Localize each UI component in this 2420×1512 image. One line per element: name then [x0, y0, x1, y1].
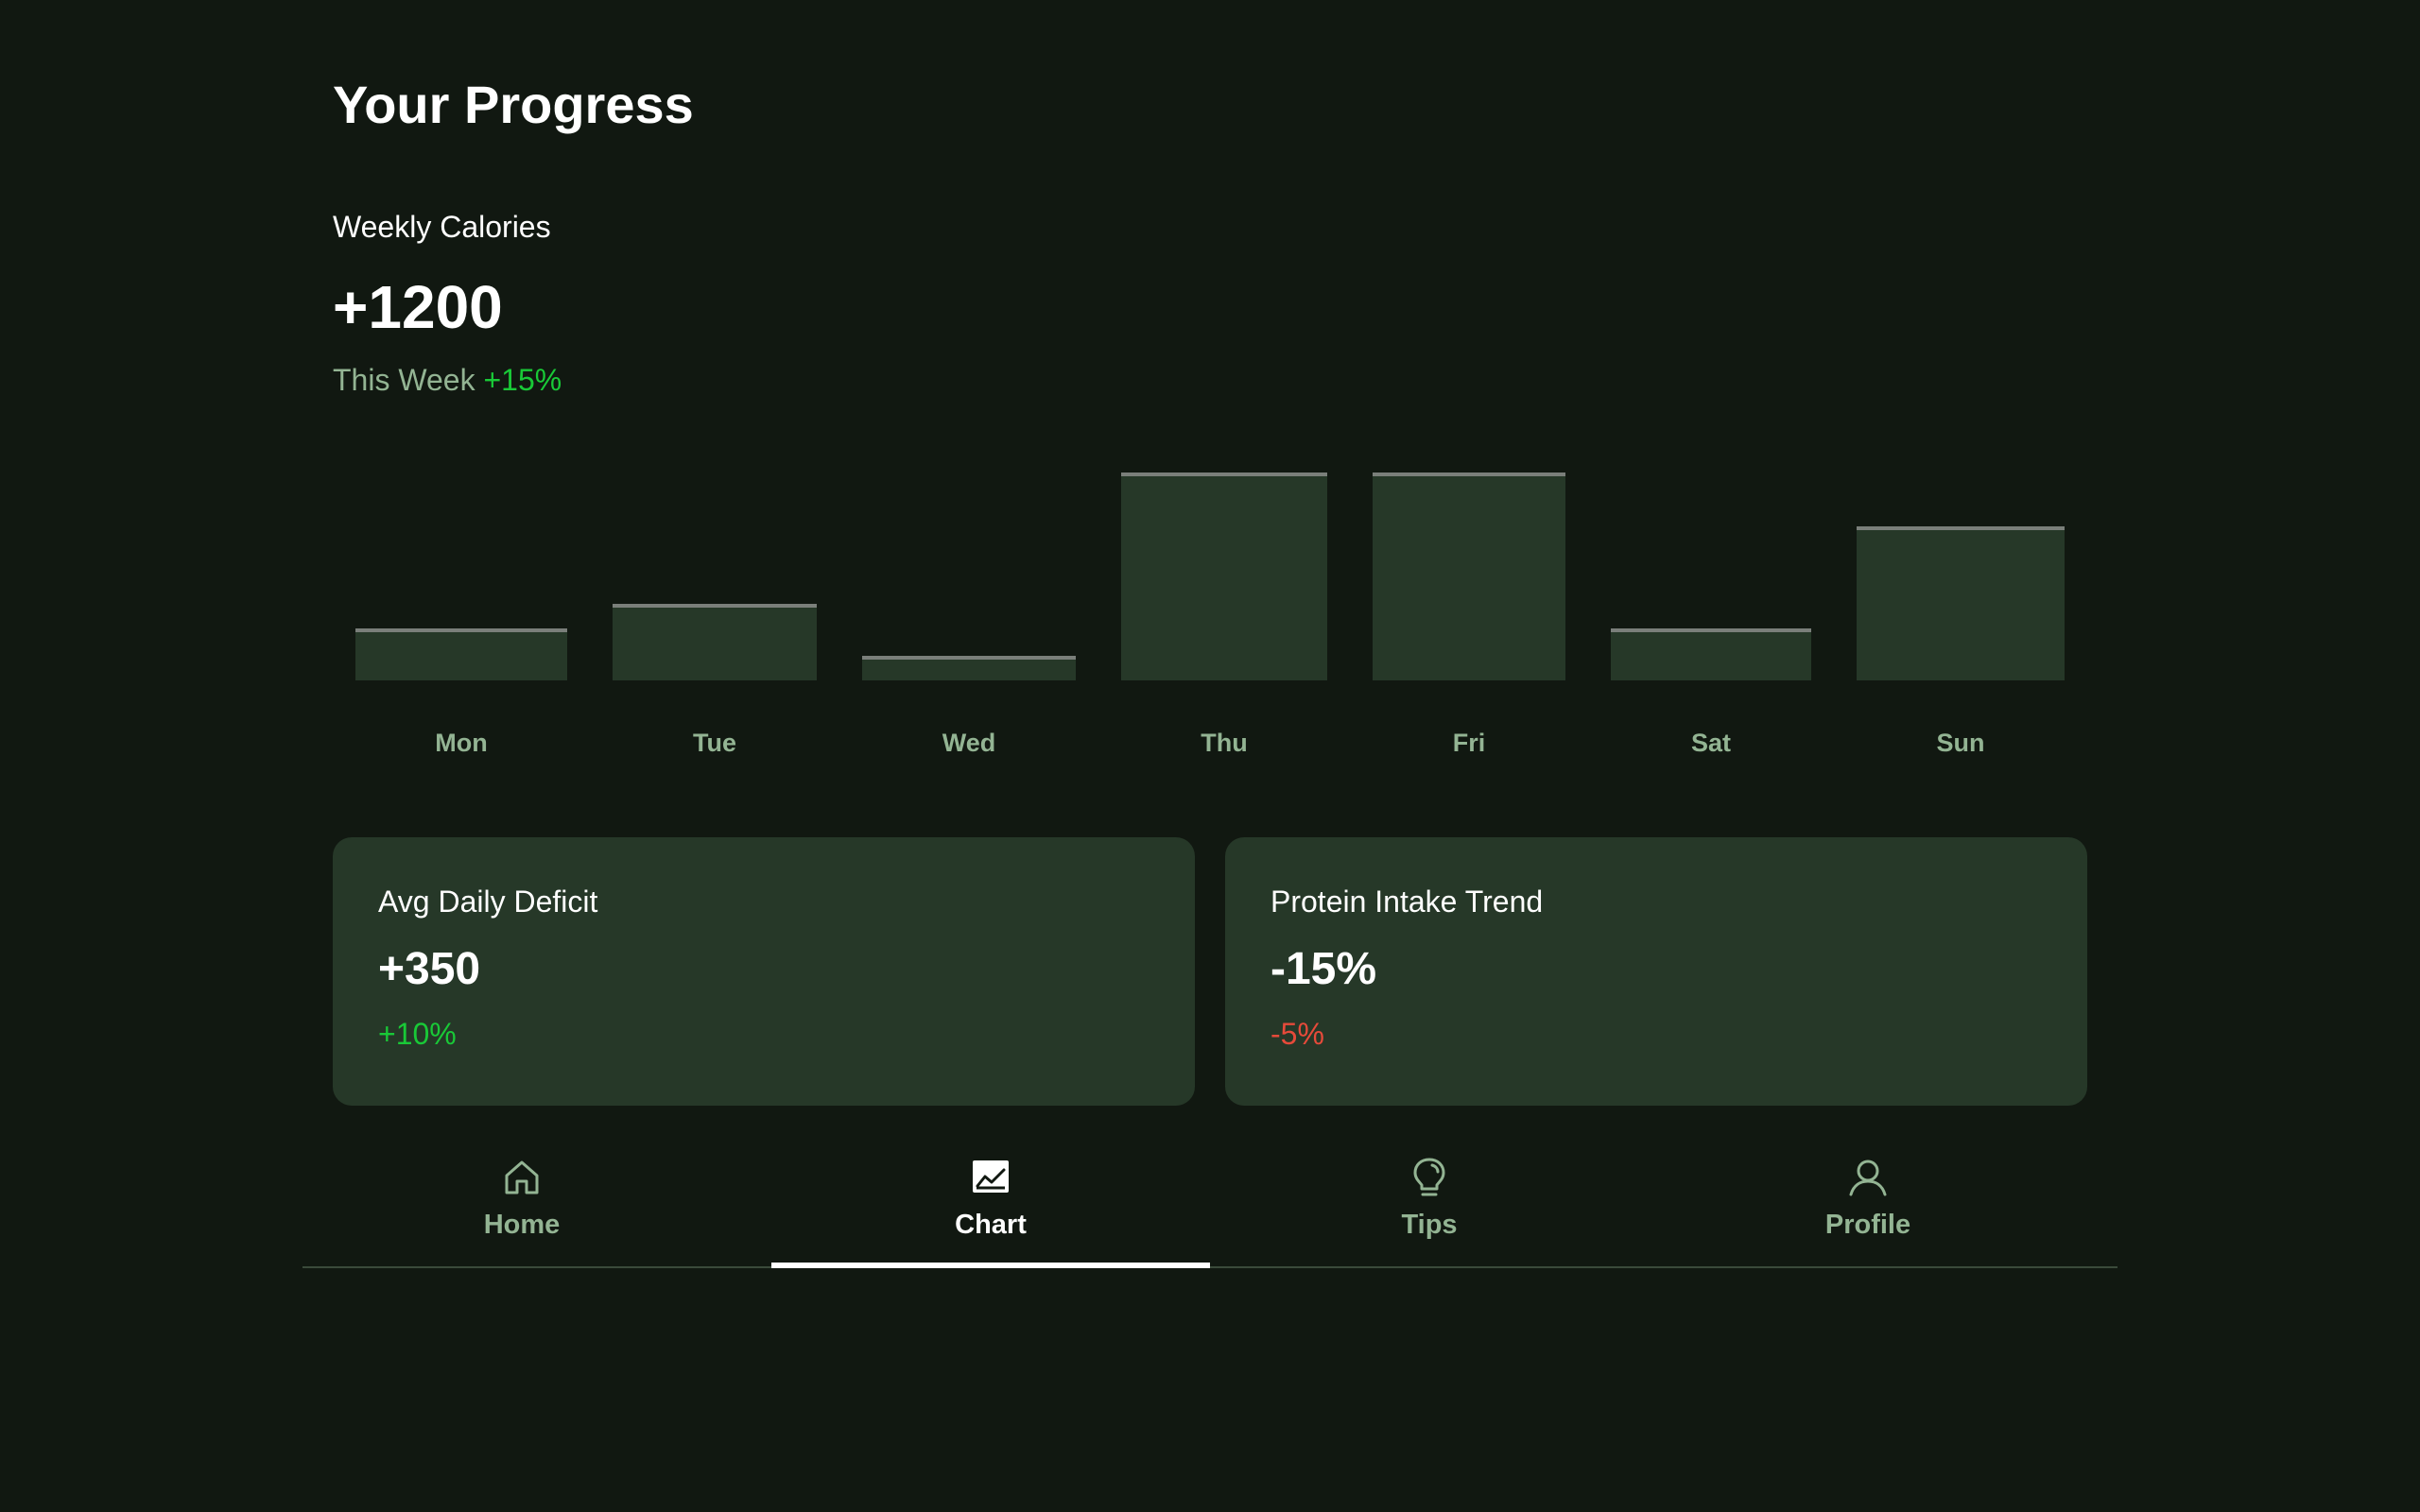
bottom-nav: Home Chart Tips Profile — [302, 1147, 2118, 1268]
nav-item-profile[interactable]: Profile — [1649, 1147, 2087, 1266]
bar-cap-mon — [355, 628, 567, 632]
bar-chart-svg — [355, 472, 2065, 680]
protein-intake-trend-card: Protein Intake Trend -15% -5% — [1225, 837, 2087, 1106]
bar-cap-thu — [1121, 472, 1327, 476]
card-value: -15% — [1270, 944, 1377, 994]
weekly-calories-label: Weekly Calories — [333, 210, 551, 244]
user-icon — [1849, 1160, 1887, 1196]
x-label-thu: Thu — [1201, 729, 1248, 757]
weekly-period-line: This Week +15% — [333, 363, 562, 398]
active-tab-indicator — [771, 1263, 1210, 1268]
bar-tue — [613, 604, 817, 680]
page-title: Your Progress — [333, 75, 694, 134]
x-label-mon: Mon — [435, 729, 488, 757]
nav-label-tips: Tips — [1401, 1210, 1458, 1240]
x-label-wed: Wed — [942, 729, 996, 757]
bar-fri — [1373, 472, 1565, 680]
bar-mon — [355, 628, 567, 680]
bar-cap-fri — [1373, 472, 1565, 476]
bar-thu — [1121, 472, 1327, 680]
nav-item-home[interactable]: Home — [302, 1147, 741, 1266]
bar-cap-tue — [613, 604, 817, 608]
avg-daily-deficit-card: Avg Daily Deficit +350 +10% — [333, 837, 1195, 1106]
nav-item-chart[interactable]: Chart — [771, 1147, 1210, 1268]
weekly-calories-chart: Mon Tue Wed Thu Fri Sat Sun — [333, 416, 2087, 775]
card-value: +350 — [378, 944, 481, 994]
bar-sat — [1611, 628, 1811, 680]
chart-icon — [973, 1160, 1009, 1193]
home-icon — [505, 1160, 539, 1194]
nav-label-chart: Chart — [955, 1210, 1027, 1240]
weekly-change: +15% — [483, 363, 562, 397]
bar-cap-sat — [1611, 628, 1811, 632]
weekly-period-label: This Week — [333, 363, 475, 397]
card-title: Protein Intake Trend — [1270, 885, 1544, 919]
card-change: -5% — [1270, 1017, 1324, 1051]
bar-cap-wed — [862, 656, 1076, 660]
nav-label-home: Home — [483, 1210, 561, 1240]
bar-cap-sun — [1857, 526, 2065, 530]
nav-item-tips[interactable]: Tips — [1210, 1147, 1649, 1266]
x-label-fri: Fri — [1452, 729, 1486, 757]
weekly-calories-value: +1200 — [333, 273, 503, 341]
nav-label-profile: Profile — [1824, 1210, 1911, 1240]
x-label-sun: Sun — [1936, 729, 1985, 757]
card-title: Avg Daily Deficit — [378, 885, 598, 919]
card-change: +10% — [378, 1017, 457, 1051]
lightbulb-icon — [1413, 1158, 1445, 1196]
bar-sun — [1857, 526, 2065, 680]
x-label-tue: Tue — [693, 729, 736, 757]
x-label-sat: Sat — [1690, 729, 1732, 757]
